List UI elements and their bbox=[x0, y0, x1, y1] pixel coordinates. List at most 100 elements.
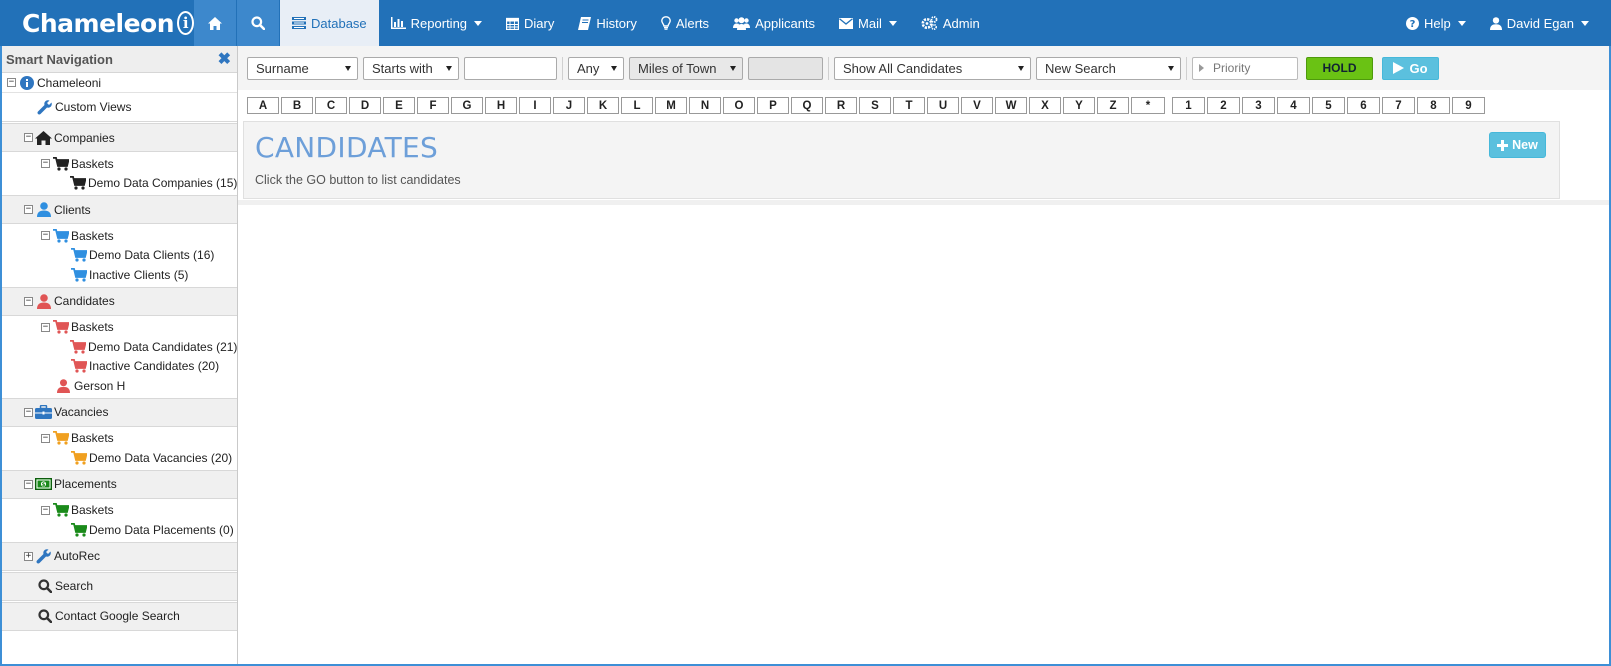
new-search-select[interactable]: New Search bbox=[1036, 56, 1181, 80]
letter-filter-v[interactable]: V bbox=[961, 97, 993, 114]
priority-input[interactable]: Priority bbox=[1192, 56, 1298, 80]
search-input[interactable] bbox=[464, 56, 557, 80]
letter-filter-a[interactable]: A bbox=[247, 97, 279, 114]
letter-filter-6[interactable]: 6 bbox=[1347, 97, 1380, 114]
letter-filter-d[interactable]: D bbox=[349, 97, 381, 114]
letter-filter-s[interactable]: S bbox=[859, 97, 891, 114]
section-vacancies[interactable]: − Vacancies bbox=[2, 397, 237, 427]
letter-filter-9[interactable]: 9 bbox=[1452, 97, 1485, 114]
miles-select[interactable]: Miles of Town bbox=[629, 56, 743, 80]
basket-item[interactable]: Demo Data Vacancies (20) bbox=[2, 448, 237, 468]
section-autorec[interactable]: + AutoRec bbox=[2, 541, 237, 571]
letter-filter-f[interactable]: F bbox=[417, 97, 449, 114]
collapse-toggle[interactable]: − bbox=[24, 407, 33, 417]
letter-filter-l[interactable]: L bbox=[621, 97, 653, 114]
letter-filter-x[interactable]: X bbox=[1029, 97, 1061, 114]
nav-alerts[interactable]: Alerts bbox=[649, 0, 721, 46]
candidates-baskets[interactable]: − Baskets bbox=[2, 318, 237, 338]
clients-baskets[interactable]: − Baskets bbox=[2, 226, 237, 246]
nav-help[interactable]: ? Help bbox=[1394, 0, 1478, 46]
letter-filter-z[interactable]: Z bbox=[1097, 97, 1129, 114]
letter-filter-all[interactable]: * bbox=[1131, 97, 1165, 114]
letter-filter-r[interactable]: R bbox=[825, 97, 857, 114]
basket-item[interactable]: Demo Data Clients (16) bbox=[2, 246, 237, 266]
any-select[interactable]: Any bbox=[568, 56, 624, 80]
letter-filter-2[interactable]: 2 bbox=[1207, 97, 1240, 114]
nav-history[interactable]: History bbox=[566, 0, 648, 46]
section-clients[interactable]: − Clients bbox=[2, 195, 237, 224]
hold-button[interactable]: HOLD bbox=[1306, 56, 1373, 80]
home-button[interactable] bbox=[194, 0, 236, 46]
letter-filter-8[interactable]: 8 bbox=[1417, 97, 1450, 114]
show-candidates-select[interactable]: Show All Candidates bbox=[834, 56, 1031, 80]
letter-filter-o[interactable]: O bbox=[723, 97, 755, 114]
collapse-toggle[interactable]: − bbox=[41, 322, 50, 332]
collapse-toggle[interactable]: − bbox=[24, 479, 33, 489]
nav-user-menu[interactable]: David Egan bbox=[1478, 0, 1611, 46]
contact-google-search-label: Contact Google Search bbox=[55, 609, 180, 623]
vacancies-baskets[interactable]: − Baskets bbox=[2, 429, 237, 449]
basket-item[interactable]: Inactive Candidates (20) bbox=[2, 357, 237, 377]
field-select[interactable]: Surname bbox=[247, 56, 358, 80]
candidate-item[interactable]: Gerson H bbox=[2, 376, 237, 396]
expand-toggle[interactable]: + bbox=[24, 551, 33, 561]
sidebar-search-item[interactable]: Search bbox=[2, 571, 237, 601]
letter-filter-3[interactable]: 3 bbox=[1242, 97, 1275, 114]
basket-item[interactable]: Demo Data Candidates (21) bbox=[2, 337, 237, 357]
collapse-toggle[interactable]: − bbox=[41, 231, 50, 241]
collapse-toggle[interactable]: − bbox=[41, 433, 50, 443]
letter-filter-h[interactable]: H bbox=[485, 97, 517, 114]
letter-filter-c[interactable]: C bbox=[315, 97, 347, 114]
letter-filter-u[interactable]: U bbox=[927, 97, 959, 114]
basket-item[interactable]: Inactive Clients (5) bbox=[2, 265, 237, 285]
companies-baskets[interactable]: − Baskets bbox=[2, 154, 237, 174]
show-select-value: Show All Candidates bbox=[843, 60, 963, 76]
nav-reporting[interactable]: Reporting bbox=[379, 0, 494, 46]
letter-filter-e[interactable]: E bbox=[383, 97, 415, 114]
letter-filter-g[interactable]: G bbox=[451, 97, 483, 114]
go-button[interactable]: Go bbox=[1382, 56, 1439, 80]
letter-filter-y[interactable]: Y bbox=[1063, 97, 1095, 114]
collapse-toggle[interactable]: − bbox=[41, 505, 50, 515]
custom-views-item[interactable]: Custom Views bbox=[2, 93, 237, 122]
letter-filter-k[interactable]: K bbox=[587, 97, 619, 114]
letter-filter-4[interactable]: 4 bbox=[1277, 97, 1310, 114]
nav-applicants[interactable]: Applicants bbox=[721, 0, 827, 46]
letter-filter-m[interactable]: M bbox=[655, 97, 687, 114]
section-candidates[interactable]: − Candidates bbox=[2, 286, 237, 316]
town-input[interactable] bbox=[748, 56, 823, 80]
letter-filter-i[interactable]: I bbox=[519, 97, 551, 114]
collapse-toggle[interactable]: − bbox=[24, 205, 33, 214]
basket-item[interactable]: Demo Data Companies (15) bbox=[2, 174, 237, 194]
letter-filter-w[interactable]: W bbox=[995, 97, 1027, 114]
collapse-toggle[interactable]: − bbox=[41, 159, 50, 169]
nav-admin[interactable]: Admin bbox=[909, 0, 992, 46]
close-icon[interactable]: ✖ bbox=[218, 49, 231, 69]
letter-filter-7[interactable]: 7 bbox=[1382, 97, 1415, 114]
basket-item[interactable]: Demo Data Placements (0) bbox=[2, 520, 237, 540]
search-toolbar: Surname Starts with Any Miles of Town Sh… bbox=[238, 46, 1609, 90]
new-candidate-button[interactable]: New bbox=[1489, 132, 1546, 158]
tree-root[interactable]: − Chameleoni bbox=[2, 73, 237, 93]
section-placements[interactable]: − $ Placements bbox=[2, 469, 237, 499]
collapse-toggle[interactable]: − bbox=[7, 78, 16, 87]
match-select[interactable]: Starts with bbox=[363, 56, 459, 80]
letter-filter-b[interactable]: B bbox=[281, 97, 313, 114]
letter-filter-j[interactable]: J bbox=[553, 97, 585, 114]
collapse-toggle[interactable]: − bbox=[24, 133, 33, 142]
placements-baskets[interactable]: − Baskets bbox=[2, 501, 237, 521]
letter-filter-n[interactable]: N bbox=[689, 97, 721, 114]
nav-diary[interactable]: Diary bbox=[494, 0, 566, 46]
search-button[interactable] bbox=[237, 0, 279, 46]
collapse-toggle[interactable]: − bbox=[24, 296, 33, 306]
letter-filter-q[interactable]: Q bbox=[791, 97, 823, 114]
brand-logo[interactable]: Chameleon i bbox=[0, 0, 194, 46]
section-companies[interactable]: − Companies bbox=[2, 123, 237, 152]
letter-filter-p[interactable]: P bbox=[757, 97, 789, 114]
letter-filter-t[interactable]: T bbox=[893, 97, 925, 114]
letter-filter-5[interactable]: 5 bbox=[1312, 97, 1345, 114]
nav-database[interactable]: Database bbox=[280, 0, 379, 46]
letter-filter-1[interactable]: 1 bbox=[1172, 97, 1205, 114]
nav-mail[interactable]: Mail bbox=[827, 0, 909, 46]
contact-google-search-item[interactable]: Contact Google Search bbox=[2, 601, 237, 631]
